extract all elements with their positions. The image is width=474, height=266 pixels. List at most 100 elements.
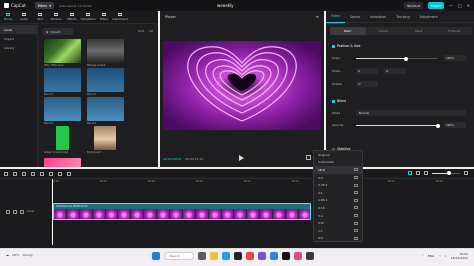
subtab-enhance[interactable]: Enhance	[437, 27, 473, 35]
ratio-option[interactable]: 1:1	[314, 227, 362, 235]
scale-slider[interactable]	[356, 56, 438, 61]
task-view-icon[interactable]	[198, 252, 206, 260]
app-icon[interactable]	[306, 252, 314, 260]
tab-speed[interactable]: Speed	[345, 11, 365, 23]
playhead[interactable]	[52, 179, 53, 245]
media-thumb[interactable]	[44, 68, 81, 92]
ratio-option[interactable]: 2:1	[314, 189, 362, 197]
timeline-ruler[interactable]: 00:0000:0300:0600:0900:1200:1500:1800:21…	[52, 180, 472, 186]
zoom-out-icon[interactable]	[424, 171, 428, 175]
chrome-icon[interactable]	[246, 252, 254, 260]
start-icon[interactable]	[152, 252, 160, 260]
filter-all-button[interactable]: All	[149, 29, 153, 33]
media-thumb[interactable]	[44, 97, 81, 121]
position-size-section[interactable]: Position & Size	[332, 44, 360, 48]
weather-widget[interactable]: ☁ 18°C Cloudy	[6, 253, 33, 257]
mode-select[interactable]: Normal	[356, 110, 466, 116]
ratio-option[interactable]: 5.8"	[314, 219, 362, 227]
opacity-value[interactable]: 100%	[444, 122, 466, 128]
ratio-option[interactable]: 2.35:1	[314, 181, 362, 189]
zoom-in-icon[interactable]	[464, 171, 468, 175]
media-thumb[interactable]	[44, 158, 81, 167]
edge-icon[interactable]	[222, 252, 230, 260]
media-thumb[interactable]	[87, 39, 124, 63]
ratio-option[interactable]: 16:9	[314, 166, 362, 174]
file-explorer-icon[interactable]	[210, 252, 218, 260]
checkbox-icon[interactable]	[332, 99, 335, 103]
audio-icon[interactable]	[20, 210, 24, 214]
more-icon[interactable]: ≡	[316, 14, 319, 19]
rotate-input[interactable]: 0°	[356, 81, 378, 87]
mail-icon[interactable]	[270, 252, 278, 260]
sidebar-item-local[interactable]: Local	[0, 25, 37, 34]
tab-adjustment[interactable]: Adjustment	[112, 11, 128, 23]
photos-icon[interactable]	[294, 252, 302, 260]
tab-adjustment-props[interactable]: Adjustment	[414, 11, 442, 23]
menu-button[interactable]: Menu ▾	[34, 2, 55, 9]
sidebar-item-library[interactable]: Library	[0, 43, 37, 52]
zoom-slider[interactable]	[432, 171, 460, 175]
capcut-taskbar-icon[interactable]	[282, 252, 290, 260]
shortcut-button[interactable]: Shortcut	[404, 2, 424, 9]
mirror-icon[interactable]	[67, 171, 71, 176]
fullscreen-icon[interactable]	[306, 155, 311, 160]
media-thumb[interactable]	[44, 126, 81, 150]
video-clip[interactable]: trimmed.mov 00:00:14:12	[53, 203, 311, 220]
select-tool-icon[interactable]	[4, 171, 8, 176]
tab-tracking[interactable]: Tracking	[391, 11, 414, 23]
subtab-mask[interactable]: Mask	[401, 27, 437, 35]
minimize-icon[interactable]: —	[449, 3, 453, 8]
redo-icon[interactable]	[22, 171, 26, 176]
export-button[interactable]: Export	[428, 2, 444, 9]
blend-section[interactable]: Blend	[332, 99, 346, 103]
ratio-option[interactable]: Original	[314, 151, 362, 159]
tab-animation[interactable]: Animation	[365, 11, 391, 23]
slider-knob[interactable]	[435, 123, 440, 128]
tab-stickers[interactable]: Stickers	[48, 11, 64, 23]
tab-filters[interactable]: Filters	[96, 11, 112, 23]
split-icon[interactable]	[31, 171, 35, 176]
video-preview[interactable]	[163, 41, 321, 130]
ratio-option[interactable]: 4:3	[314, 174, 362, 182]
media-thumb[interactable]	[87, 97, 124, 121]
play-icon[interactable]	[239, 155, 244, 161]
tab-audio[interactable]: Audio	[16, 11, 32, 23]
ratio-option[interactable]: Customize	[314, 159, 362, 167]
maximize-icon[interactable]: □	[458, 3, 462, 8]
eye-icon[interactable]	[13, 210, 17, 214]
search-box[interactable]: ⌕ Search	[164, 252, 194, 260]
tab-media[interactable]: Media	[0, 11, 16, 23]
tab-transitions[interactable]: Transitions	[80, 11, 96, 23]
clock[interactable]: 19:52 16/12/2022	[451, 252, 468, 260]
position-x-input[interactable]: 0	[356, 68, 378, 74]
media-thumb[interactable]	[87, 126, 124, 150]
app-icon[interactable]	[258, 252, 266, 260]
link-icon[interactable]	[416, 171, 420, 175]
tab-text[interactable]: Text	[32, 11, 48, 23]
position-y-input[interactable]: 0	[384, 68, 406, 74]
lang-indicator[interactable]: ENG	[428, 254, 434, 258]
marker-icon[interactable]	[49, 171, 53, 176]
wifi-icon[interactable]: ◠	[438, 254, 441, 258]
tab-video[interactable]: Video	[326, 11, 345, 23]
snap-icon[interactable]	[408, 171, 412, 175]
undo-icon[interactable]	[13, 171, 17, 176]
media-thumb[interactable]	[87, 68, 124, 92]
ratio-option[interactable]: 9:16	[314, 204, 362, 212]
close-icon[interactable]: ✕	[467, 3, 470, 8]
import-button[interactable]: ⊕ Import	[43, 28, 73, 35]
ratio-option[interactable]: 3:4	[314, 212, 362, 220]
checkbox-icon[interactable]	[332, 44, 335, 48]
store-icon[interactable]	[234, 252, 242, 260]
ratio-option[interactable]: 1.85:1	[314, 197, 362, 205]
volume-icon[interactable]: ♪	[445, 254, 447, 258]
delete-icon[interactable]	[40, 171, 44, 176]
opacity-slider[interactable]	[356, 123, 440, 128]
sort-button[interactable]: Sort	[138, 29, 144, 33]
slider-knob[interactable]	[403, 56, 408, 61]
crop-icon[interactable]	[58, 171, 62, 176]
tab-effects[interactable]: Effects	[64, 11, 80, 23]
scale-value[interactable]: 100%	[444, 55, 466, 61]
lock-icon[interactable]	[6, 210, 10, 214]
slider-knob[interactable]	[446, 171, 451, 175]
